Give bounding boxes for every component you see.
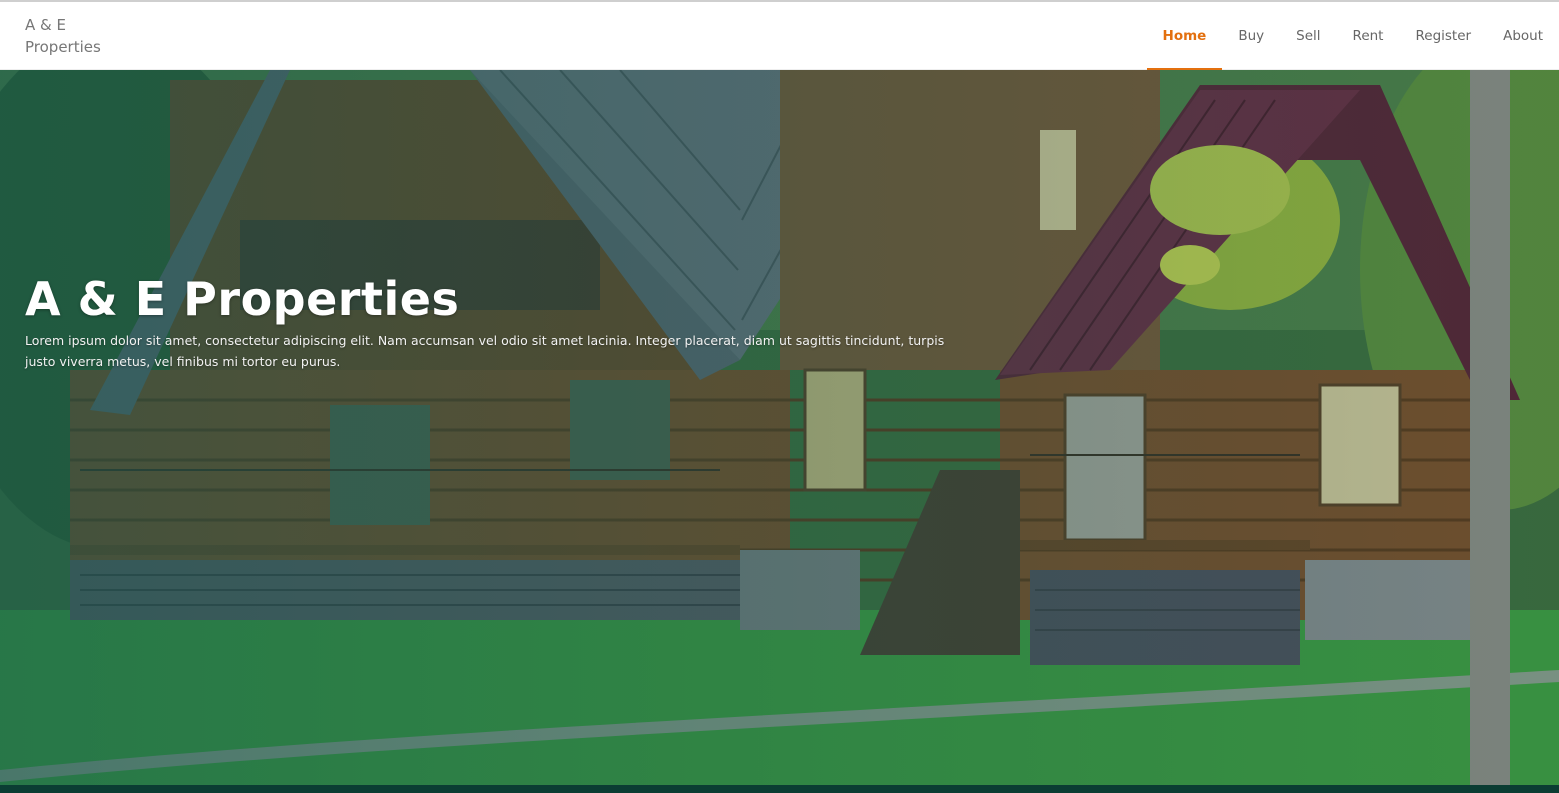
brand-line-1: A & E xyxy=(25,16,66,34)
main-menu: Home Buy Sell Rent Register About xyxy=(1146,2,1559,71)
nav-home[interactable]: Home xyxy=(1146,2,1223,71)
hero-overlay xyxy=(0,70,1559,785)
nav-about[interactable]: About xyxy=(1487,2,1559,70)
hero-section: A & E Properties Lorem ipsum dolor sit a… xyxy=(0,70,1559,785)
hero-description: Lorem ipsum dolor sit amet, consectetur … xyxy=(25,333,945,369)
navbar: A & E Properties Home Buy Sell Rent Regi… xyxy=(0,2,1559,71)
brand-line-2: Properties xyxy=(25,38,101,56)
bottom-strip xyxy=(0,785,1559,793)
nav-register[interactable]: Register xyxy=(1399,2,1487,70)
nav-rent[interactable]: Rent xyxy=(1337,2,1400,70)
brand-logo[interactable]: A & E Properties xyxy=(25,14,145,58)
nav-buy[interactable]: Buy xyxy=(1222,2,1280,70)
hero-title: A & E Properties xyxy=(25,272,460,326)
nav-sell[interactable]: Sell xyxy=(1280,2,1336,70)
